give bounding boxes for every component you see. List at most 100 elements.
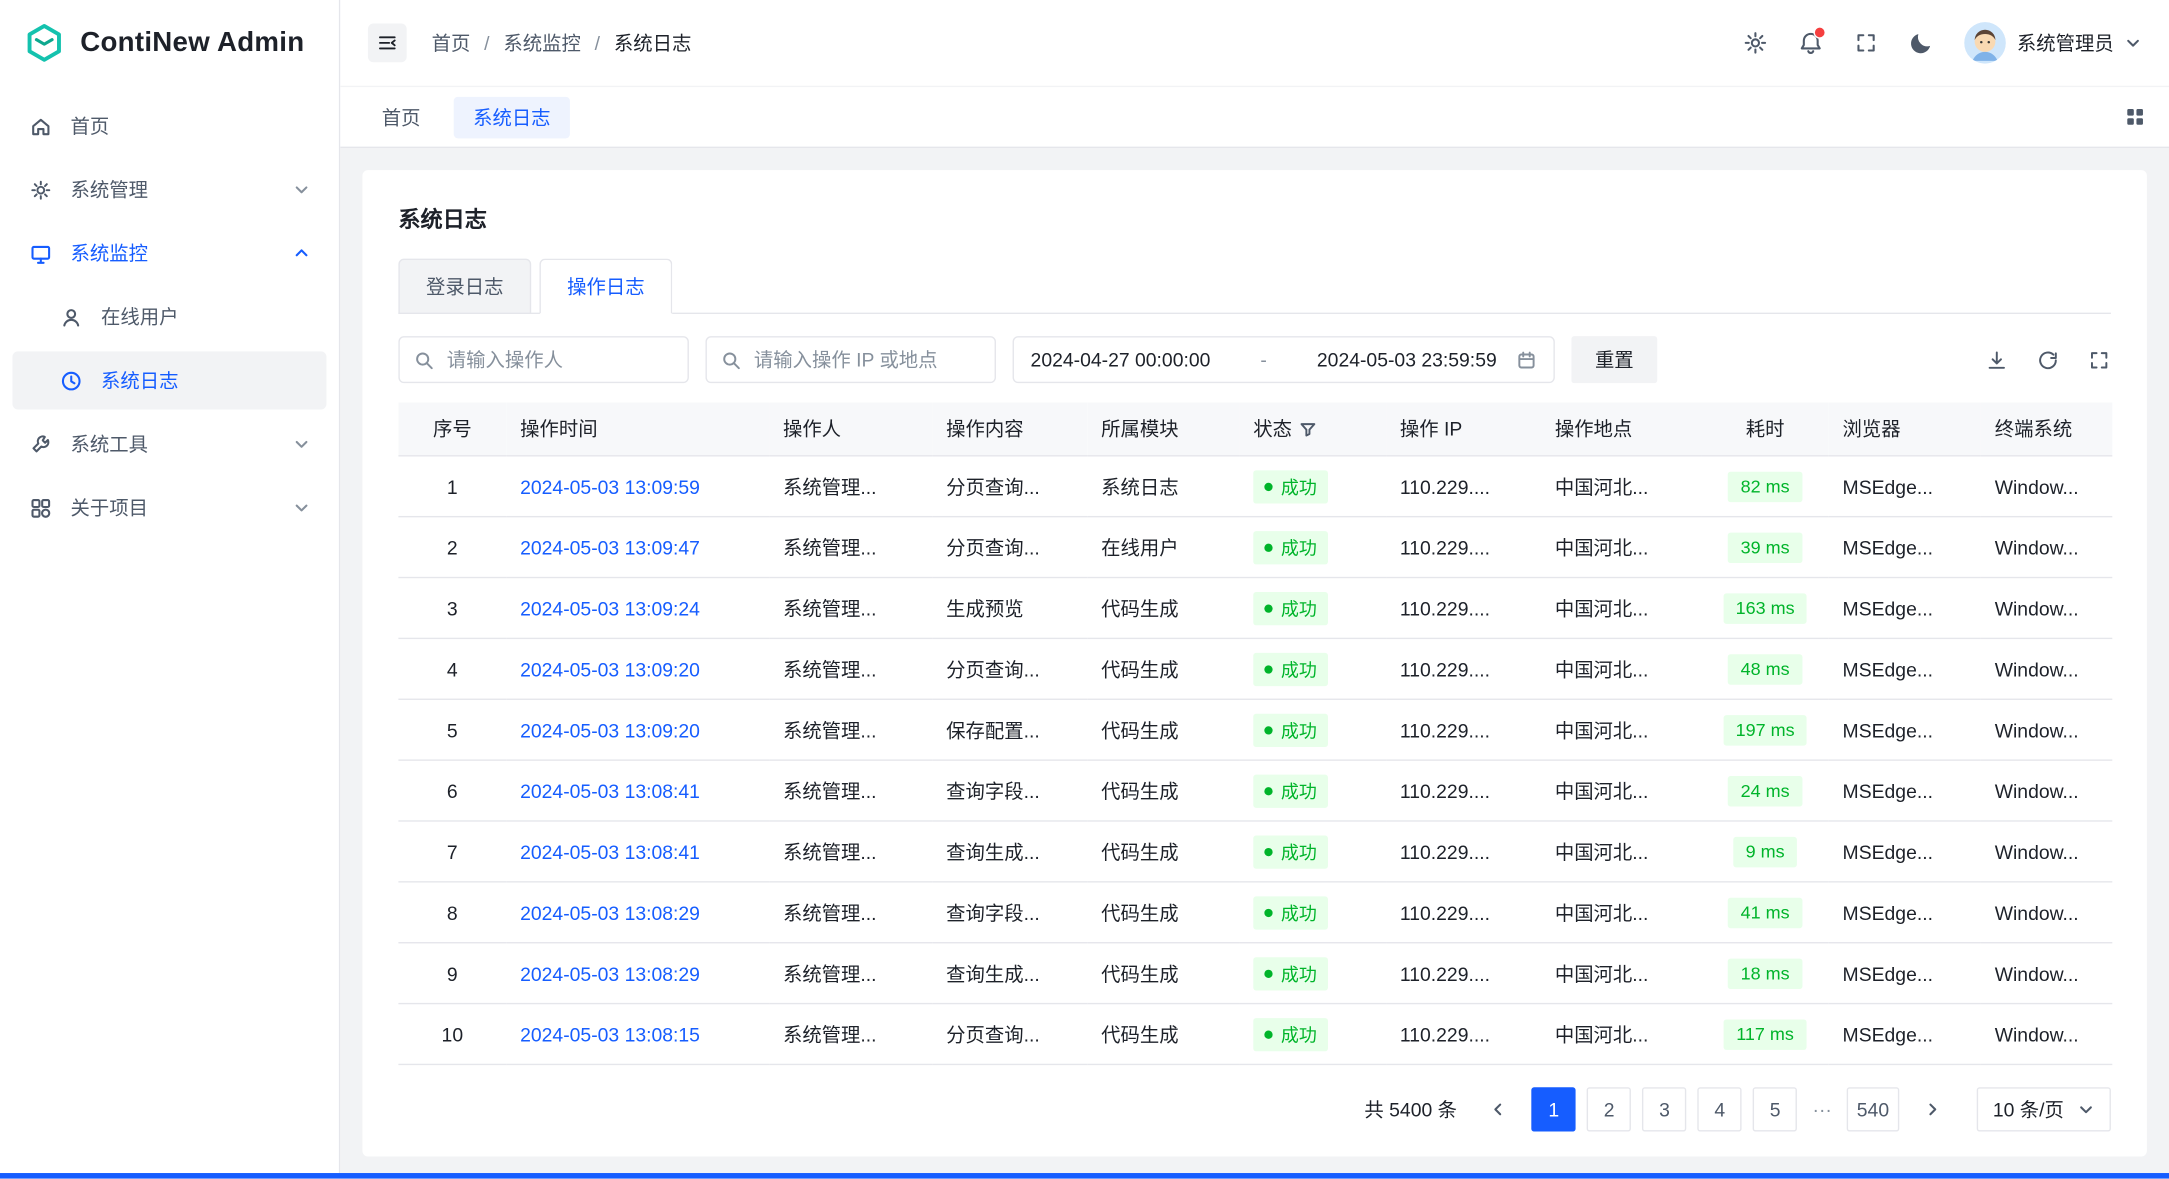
pagination-prev-button[interactable] bbox=[1476, 1087, 1520, 1131]
log-table: 序号 操作时间 操作人 操作内容 所属模块 状态 操作 I bbox=[398, 403, 2112, 1066]
cell-status: 成功 bbox=[1239, 456, 1386, 517]
cell-module: 代码生成 bbox=[1087, 638, 1239, 699]
avatar-face bbox=[1964, 22, 2005, 63]
table-row: 3 2024-05-03 13:09:24 系统管理... 生成预览 代码生成 … bbox=[398, 578, 2112, 639]
time-link[interactable]: 2024-05-03 13:08:29 bbox=[520, 962, 700, 984]
duration-badge: 197 ms bbox=[1723, 714, 1807, 744]
sidebar-item-label: 系统管理 bbox=[71, 176, 148, 204]
page-tab-system-log[interactable]: 系统日志 bbox=[454, 96, 570, 137]
reset-button[interactable]: 重置 bbox=[1571, 336, 1657, 383]
status-dot bbox=[1264, 543, 1272, 551]
cell-ip: 110.229.... bbox=[1386, 456, 1541, 517]
time-link[interactable]: 2024-05-03 13:09:47 bbox=[520, 536, 700, 558]
page-tab-label: 首页 bbox=[382, 103, 421, 131]
sidebar-item-about-project[interactable]: 关于项目 bbox=[12, 479, 326, 537]
sidebar-item-system-monitor[interactable]: 系统监控 bbox=[12, 224, 326, 282]
ip-search-input[interactable] bbox=[751, 347, 981, 372]
pagination-page-1[interactable]: 1 bbox=[1532, 1087, 1576, 1131]
table-row: 6 2024-05-03 13:08:41 系统管理... 查询字段... 代码… bbox=[398, 760, 2112, 821]
table-row: 10 2024-05-03 13:08:15 系统管理... 分页查询... 代… bbox=[398, 1004, 2112, 1065]
cell-index: 1 bbox=[398, 456, 506, 517]
breadcrumb-item-home[interactable]: 首页 bbox=[432, 29, 471, 57]
tab-login-log[interactable]: 登录日志 bbox=[398, 259, 531, 314]
notifications-button[interactable] bbox=[1787, 19, 1834, 66]
page-size-select[interactable]: 10 条/页 bbox=[1976, 1087, 2111, 1131]
breadcrumb-separator: / bbox=[484, 32, 489, 54]
time-link[interactable]: 2024-05-03 13:09:59 bbox=[520, 475, 700, 497]
pagination-page-4[interactable]: 4 bbox=[1698, 1087, 1742, 1131]
sidebar: ContiNew Admin 首页 系统管理 系统监控 在线用户 bbox=[0, 0, 340, 1179]
status-text: 成功 bbox=[1281, 899, 1317, 925]
cell-status: 成功 bbox=[1239, 882, 1386, 943]
content-area: 系统日志 登录日志 操作日志 bbox=[340, 148, 2169, 1179]
cell-operator: 系统管理... bbox=[769, 882, 932, 943]
cell-location: 中国河北... bbox=[1541, 456, 1701, 517]
sidebar-collapse-button[interactable] bbox=[368, 24, 407, 63]
settings-button[interactable] bbox=[1732, 19, 1779, 66]
cell-browser: MSEdge... bbox=[1829, 638, 1981, 699]
date-range-picker[interactable]: 2024-04-27 00:00:00 - 2024-05-03 23:59:5… bbox=[1013, 336, 1555, 383]
tab-actions-button[interactable] bbox=[2123, 105, 2147, 129]
cell-time: 2024-05-03 13:09:47 bbox=[506, 517, 769, 578]
status-dot bbox=[1264, 726, 1272, 734]
user-name: 系统管理员 bbox=[2017, 29, 2114, 57]
cell-location: 中国河北... bbox=[1541, 943, 1701, 1004]
filter-bar: 2024-04-27 00:00:00 - 2024-05-03 23:59:5… bbox=[398, 336, 2111, 383]
pagination-ellipsis[interactable]: ··· bbox=[1808, 1098, 1836, 1120]
refresh-button[interactable] bbox=[2036, 348, 2060, 372]
breadcrumb-item-monitor[interactable]: 系统监控 bbox=[503, 29, 580, 57]
time-link[interactable]: 2024-05-03 13:08:15 bbox=[520, 1023, 700, 1045]
menu-fold-icon bbox=[376, 32, 398, 54]
filter-funnel-icon[interactable] bbox=[1299, 420, 1317, 438]
cell-module: 代码生成 bbox=[1087, 699, 1239, 760]
sidebar-item-label: 系统日志 bbox=[101, 367, 178, 395]
cell-status: 成功 bbox=[1239, 699, 1386, 760]
sidebar-item-system-log[interactable]: 系统日志 bbox=[12, 351, 326, 409]
cell-location: 中国河北... bbox=[1541, 760, 1701, 821]
theme-toggle-button[interactable] bbox=[1898, 19, 1945, 66]
user-menu[interactable]: 系统管理员 bbox=[1964, 22, 2141, 63]
cell-operator: 系统管理... bbox=[769, 517, 932, 578]
tab-operation-log[interactable]: 操作日志 bbox=[539, 259, 672, 314]
gear-icon bbox=[29, 178, 53, 202]
export-button[interactable] bbox=[1985, 348, 2009, 372]
operator-search-box[interactable] bbox=[398, 336, 688, 383]
sidebar-item-online-users[interactable]: 在线用户 bbox=[12, 288, 326, 346]
time-link[interactable]: 2024-05-03 13:08:41 bbox=[520, 779, 700, 801]
page-tab-home[interactable]: 首页 bbox=[362, 96, 439, 137]
time-link[interactable]: 2024-05-03 13:09:20 bbox=[520, 658, 700, 680]
sidebar-item-system-tools[interactable]: 系统工具 bbox=[12, 415, 326, 473]
cell-os: Window... bbox=[1981, 1004, 2112, 1065]
sidebar-item-system-management[interactable]: 系统管理 bbox=[12, 160, 326, 218]
operator-search-input[interactable] bbox=[444, 347, 674, 372]
time-link[interactable]: 2024-05-03 13:09:20 bbox=[520, 719, 700, 741]
time-link[interactable]: 2024-05-03 13:08:41 bbox=[520, 840, 700, 862]
cell-os: Window... bbox=[1981, 882, 2112, 943]
sidebar-item-home[interactable]: 首页 bbox=[12, 97, 326, 155]
cell-browser: MSEdge... bbox=[1829, 456, 1981, 517]
breadcrumb-separator: / bbox=[595, 32, 600, 54]
status-badge: 成功 bbox=[1253, 591, 1328, 624]
cell-time: 2024-05-03 13:08:41 bbox=[506, 760, 769, 821]
cell-ip: 110.229.... bbox=[1386, 578, 1541, 639]
pagination-page-3[interactable]: 3 bbox=[1642, 1087, 1686, 1131]
time-link[interactable]: 2024-05-03 13:08:29 bbox=[520, 901, 700, 923]
pagination-next-button[interactable] bbox=[1910, 1087, 1954, 1131]
table-fullscreen-button[interactable] bbox=[2087, 348, 2111, 372]
ip-search-box[interactable] bbox=[705, 336, 995, 383]
cell-browser: MSEdge... bbox=[1829, 1004, 1981, 1065]
pagination-page-last[interactable]: 540 bbox=[1847, 1087, 1899, 1131]
cell-ip: 110.229.... bbox=[1386, 943, 1541, 1004]
fullscreen-button[interactable] bbox=[1843, 19, 1890, 66]
duration-badge: 163 ms bbox=[1723, 593, 1807, 623]
duration-badge: 39 ms bbox=[1728, 532, 1802, 562]
cell-module: 代码生成 bbox=[1087, 760, 1239, 821]
log-tabs: 登录日志 操作日志 bbox=[398, 259, 2111, 314]
logo[interactable]: ContiNew Admin bbox=[0, 0, 339, 86]
search-icon bbox=[721, 349, 742, 370]
pagination-page-2[interactable]: 2 bbox=[1587, 1087, 1631, 1131]
cell-module: 代码生成 bbox=[1087, 578, 1239, 639]
pagination-page-5[interactable]: 5 bbox=[1753, 1087, 1797, 1131]
time-link[interactable]: 2024-05-03 13:09:24 bbox=[520, 597, 700, 619]
table-row: 7 2024-05-03 13:08:41 系统管理... 查询生成... 代码… bbox=[398, 821, 2112, 882]
